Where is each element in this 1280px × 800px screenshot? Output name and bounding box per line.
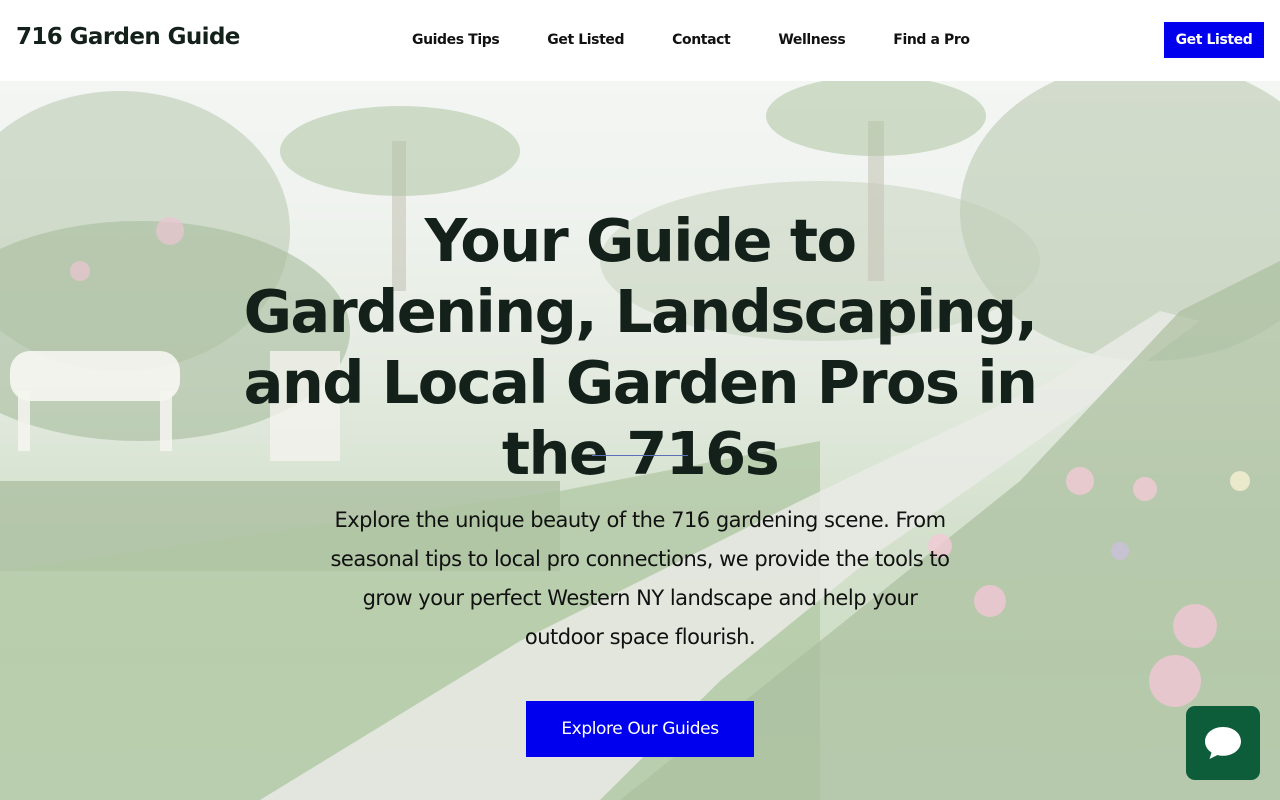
hero-title: Your Guide to Gardening, Landscaping, an…	[243, 206, 1038, 488]
hero-description: Explore the unique beauty of the 716 gar…	[330, 508, 950, 649]
get-listed-button[interactable]: Get Listed	[1164, 22, 1264, 58]
main-nav: Guides Tips Get Listed Contact Wellness …	[388, 30, 994, 50]
explore-guides-button[interactable]: Explore Our Guides	[526, 701, 754, 757]
chat-bubble-icon	[1205, 727, 1241, 759]
nav-guides-tips[interactable]: Guides Tips	[388, 30, 523, 50]
nav-wellness[interactable]: Wellness	[754, 30, 869, 50]
site-header: 716 Garden Guide Guides Tips Get Listed …	[0, 0, 1280, 81]
hero-divider	[592, 455, 688, 456]
site-logo[interactable]: 716 Garden Guide	[16, 24, 240, 50]
nav-find-a-pro[interactable]: Find a Pro	[869, 30, 993, 50]
hero-section: Your Guide to Gardening, Landscaping, an…	[0, 81, 1280, 800]
nav-contact[interactable]: Contact	[648, 30, 754, 50]
chat-widget-button[interactable]	[1186, 706, 1260, 780]
nav-get-listed[interactable]: Get Listed	[523, 30, 648, 50]
